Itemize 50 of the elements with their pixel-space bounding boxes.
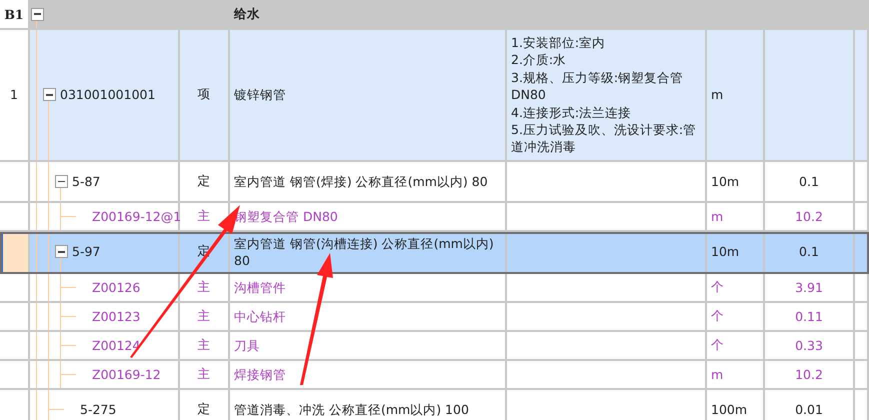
code-cell-text: 5-97	[71, 243, 100, 262]
quantity-cell: 10.2	[765, 202, 855, 230]
name-cell: 管道消毒、冲洗 公称直径(mm以内) 100	[230, 390, 507, 420]
code-cell-text: Z00126	[91, 278, 140, 297]
code-cell-text: 5-87	[71, 172, 100, 191]
collapse-toggle[interactable]	[54, 174, 68, 188]
unit-cell: m	[707, 202, 765, 230]
section-title: 给水	[230, 0, 507, 28]
quantity-cell: 0.33	[765, 332, 855, 359]
unit-cell: m	[707, 360, 765, 388]
type-cell: 主	[180, 332, 230, 359]
unit-cell: 个	[707, 332, 765, 359]
code-cell-text: Z00169-12@1	[91, 208, 182, 226]
unit-cell: 个	[707, 274, 765, 301]
quantity-cell: 3.91	[765, 274, 855, 301]
table-row[interactable]: 5-87 定 室内管道 钢管(焊接) 公称直径(mm以内) 80 10m 0.1	[0, 162, 869, 203]
code-cell-text: 5-275	[79, 400, 116, 419]
type-cell: 定	[180, 162, 230, 201]
table-row[interactable]: Z00123 主 中心钻杆 个 0.11	[0, 302, 869, 332]
table-row[interactable]: Z00126 主 沟槽管件 个 3.91	[0, 274, 869, 303]
collapse-toggle[interactable]	[30, 8, 44, 20]
table-row[interactable]: Z00169-12 主 焊接钢管 m 10.2	[0, 360, 869, 390]
collapse-toggle[interactable]	[42, 88, 56, 102]
table-row[interactable]: 5-275 定 管道消毒、冲洗 公称直径(mm以内) 100 100m 0.01	[0, 390, 869, 420]
name-cell: 镀锌钢管	[230, 30, 507, 160]
unit-cell: 个	[707, 302, 765, 330]
collapse-toggle[interactable]	[54, 245, 68, 258]
code-cell-text: Z00124	[91, 336, 140, 355]
type-cell: 定	[180, 390, 230, 420]
quantity-cell: 10.2	[765, 360, 855, 388]
unit-cell: 10m	[707, 162, 765, 201]
row-number: 1	[0, 30, 30, 160]
unit-cell: 100m	[707, 390, 765, 420]
row-number: B1	[0, 0, 30, 28]
name-cell: 室内管道 钢管(焊接) 公称直径(mm以内) 80	[230, 162, 507, 201]
type-cell: 主	[180, 302, 230, 330]
unit-cell: m	[707, 30, 765, 160]
code-cell-text: Z00123	[91, 308, 140, 326]
quantity-cell: 0.1	[765, 162, 855, 201]
code-cell-text: 031001001001	[59, 86, 156, 104]
table-row[interactable]: 1 031001001001 项 镀锌钢管 1.安装部位:室内 2.介质:水 3.规格、压力等级:钢塑复合管 DN80 4.连接形式:法兰连接 5.压力试验及吹、洗设计要求:管道冲洗消毒 m	[0, 30, 869, 162]
type-cell: 主	[180, 360, 230, 388]
code-cell-text: Z00169-12	[91, 366, 161, 384]
quantity-cell: 0.11	[765, 302, 855, 330]
unit-cell: 10m	[707, 232, 765, 272]
quantity-cell: 0.01	[765, 390, 855, 420]
type-cell: 项	[180, 30, 230, 160]
description-cell: 1.安装部位:室内 2.介质:水 3.规格、压力等级:钢塑复合管 DN80 4.连接形式:法兰连接 5.压力试验及吹、洗设计要求:管道冲洗消毒	[507, 30, 707, 160]
quantity-cell: 0.1	[765, 232, 855, 272]
table-row[interactable]: Z00124 主 刀具 个 0.33	[0, 332, 869, 361]
